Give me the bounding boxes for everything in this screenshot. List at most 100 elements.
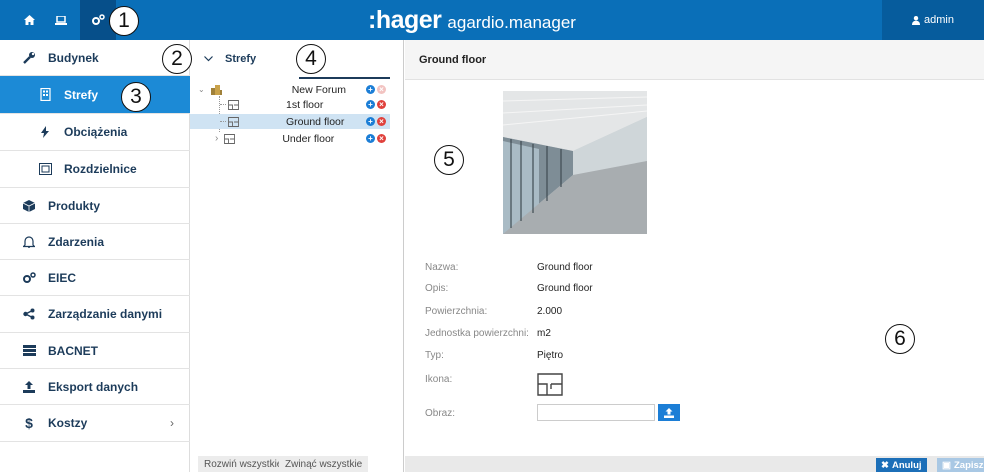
sidebar-item-label: Zdarzenia bbox=[48, 234, 105, 249]
save-icon: ▣ bbox=[942, 459, 951, 471]
sidebar: Budynek Strefy Obciążenia Rozdzielnice P… bbox=[0, 40, 190, 472]
sidebar-item-label: Obciążenia bbox=[64, 125, 128, 139]
floor-plan-icon[interactable] bbox=[537, 373, 563, 399]
detail-footer: ✖ Anuluj ▣ Zapisz bbox=[405, 456, 984, 472]
panel-icon bbox=[38, 163, 52, 175]
sidebar-item-produkty[interactable]: Produkty bbox=[0, 188, 190, 224]
chevron-right-icon: › bbox=[215, 133, 219, 144]
upload-icon bbox=[664, 407, 674, 418]
user-label: admin bbox=[924, 14, 954, 26]
bolt-icon bbox=[38, 126, 52, 138]
brand-logo: :hager agardio.manager bbox=[368, 6, 576, 35]
expand-all-button[interactable]: Rozwiń wszystkie bbox=[198, 456, 289, 472]
upload-button[interactable] bbox=[658, 404, 680, 421]
save-label: Zapisz bbox=[953, 459, 984, 471]
field-label-area: Powierzchnia: bbox=[425, 306, 488, 317]
detail-title: Ground floor bbox=[405, 40, 984, 80]
tree-guide-branch bbox=[220, 121, 226, 122]
sidebar-item-obciazenia[interactable]: Obciążenia bbox=[0, 114, 190, 151]
field-value-area-unit[interactable]: m2 bbox=[537, 328, 551, 339]
callout-5: 5 bbox=[434, 145, 464, 175]
tree-title: Strefy bbox=[225, 53, 257, 65]
field-label-icon: Ikona: bbox=[425, 374, 453, 385]
sidebar-item-eiec[interactable]: EIEC bbox=[0, 260, 190, 296]
add-icon[interactable]: + bbox=[366, 117, 375, 126]
home-icon[interactable] bbox=[13, 0, 45, 40]
field-value-area[interactable]: 2.000 bbox=[537, 306, 562, 317]
sidebar-item-label: Budynek bbox=[48, 50, 99, 65]
floor-plan-icon bbox=[224, 133, 236, 144]
sidebar-item-eksport-danych[interactable]: Eksport danych bbox=[0, 369, 190, 405]
tree-node-under-floor[interactable]: › Under floor + × bbox=[190, 131, 390, 146]
field-value-name[interactable]: Ground floor bbox=[537, 262, 593, 273]
tree-node-new-forum[interactable]: ⌄ New Forum + × bbox=[190, 82, 390, 97]
save-button[interactable]: ▣ Zapisz bbox=[937, 458, 984, 472]
sidebar-item-strefy[interactable]: Strefy bbox=[0, 76, 190, 114]
bell-icon bbox=[22, 235, 36, 248]
field-label-image: Obraz: bbox=[425, 408, 456, 419]
tree-node-label: 1st floor bbox=[286, 98, 324, 111]
sidebar-item-label: Kostzy bbox=[48, 416, 88, 430]
sidebar-item-kostzy[interactable]: $ Kostzy › bbox=[0, 405, 190, 442]
cancel-button[interactable]: ✖ Anuluj bbox=[876, 458, 927, 472]
callout-3: 3 bbox=[121, 82, 151, 112]
laptop-icon[interactable] bbox=[45, 0, 77, 40]
remove-icon[interactable]: × bbox=[377, 100, 386, 109]
wrench-icon bbox=[22, 51, 36, 64]
sidebar-item-rozdzielnice[interactable]: Rozdzielnice bbox=[0, 151, 190, 188]
field-label-type: Typ: bbox=[425, 350, 444, 361]
node-actions: + × bbox=[366, 100, 386, 109]
callout-4: 4 bbox=[296, 44, 326, 74]
sidebar-item-label: Produkty bbox=[48, 198, 101, 213]
floor-plan-icon bbox=[228, 99, 239, 110]
chevron-down-icon bbox=[204, 53, 213, 65]
node-actions: + × bbox=[366, 85, 386, 94]
field-label-name: Nazwa: bbox=[425, 262, 459, 273]
building-icon bbox=[38, 88, 52, 101]
add-icon[interactable]: + bbox=[366, 100, 375, 109]
sidebar-item-label: Rozdzielnice bbox=[64, 162, 137, 176]
chevron-down-icon: ⌄ bbox=[198, 85, 205, 94]
tree-node-label: New Forum bbox=[291, 83, 346, 96]
callout-1: 1 bbox=[109, 6, 139, 36]
remove-icon[interactable]: × bbox=[377, 117, 386, 126]
sidebar-item-label: Zarządzanie danymi bbox=[48, 307, 163, 321]
zone-tree-panel: Strefy ⌄ New Forum + × 1st floor + × Gro… bbox=[190, 40, 404, 472]
sidebar-item-label: BACNET bbox=[48, 343, 98, 358]
sidebar-item-label: EIEC bbox=[48, 270, 77, 285]
tree-node-label: Under floor bbox=[282, 132, 335, 145]
cancel-label: Anuluj bbox=[891, 459, 922, 471]
remove-icon: × bbox=[377, 85, 386, 94]
sidebar-item-zdarzenia[interactable]: Zdarzenia bbox=[0, 224, 190, 260]
upload-icon bbox=[22, 380, 36, 393]
callout-6: 6 bbox=[885, 324, 915, 354]
cube-icon bbox=[22, 199, 36, 212]
user-icon bbox=[912, 15, 921, 25]
app-name: agardio.manager bbox=[447, 13, 576, 32]
collapse-all-button[interactable]: Zwinąć wszystkie bbox=[279, 456, 369, 472]
user-menu[interactable]: admin bbox=[882, 0, 984, 40]
sidebar-item-label: Strefy bbox=[64, 87, 99, 102]
tree-node-1st-floor[interactable]: 1st floor + × bbox=[190, 97, 390, 112]
dollar-icon: $ bbox=[25, 415, 33, 431]
server-icon bbox=[22, 345, 36, 356]
add-icon[interactable]: + bbox=[366, 134, 375, 143]
field-label-area-unit: Jednostka powierzchni: bbox=[425, 328, 529, 339]
sidebar-item-bacnet[interactable]: BACNET bbox=[0, 333, 190, 369]
node-actions: + × bbox=[366, 134, 386, 143]
field-label-description: Opis: bbox=[425, 283, 449, 294]
sidebar-item-zarzadzanie-danymi[interactable]: Zarządzanie danymi bbox=[0, 296, 190, 333]
remove-icon[interactable]: × bbox=[377, 134, 386, 143]
image-file-input[interactable] bbox=[537, 404, 655, 421]
chevron-right-icon: › bbox=[170, 416, 174, 430]
add-icon[interactable]: + bbox=[366, 85, 375, 94]
gears-icon bbox=[22, 271, 36, 284]
sidebar-item-label: Eksport danych bbox=[48, 379, 139, 394]
share-icon bbox=[22, 308, 36, 320]
floor-plan-icon bbox=[228, 116, 239, 127]
zone-image bbox=[503, 91, 647, 234]
field-value-description[interactable]: Ground floor bbox=[537, 283, 593, 294]
tree-node-ground-floor[interactable]: Ground floor + × bbox=[190, 114, 390, 129]
field-value-type[interactable]: Piętro bbox=[537, 350, 563, 361]
close-icon: ✖ bbox=[881, 459, 889, 471]
